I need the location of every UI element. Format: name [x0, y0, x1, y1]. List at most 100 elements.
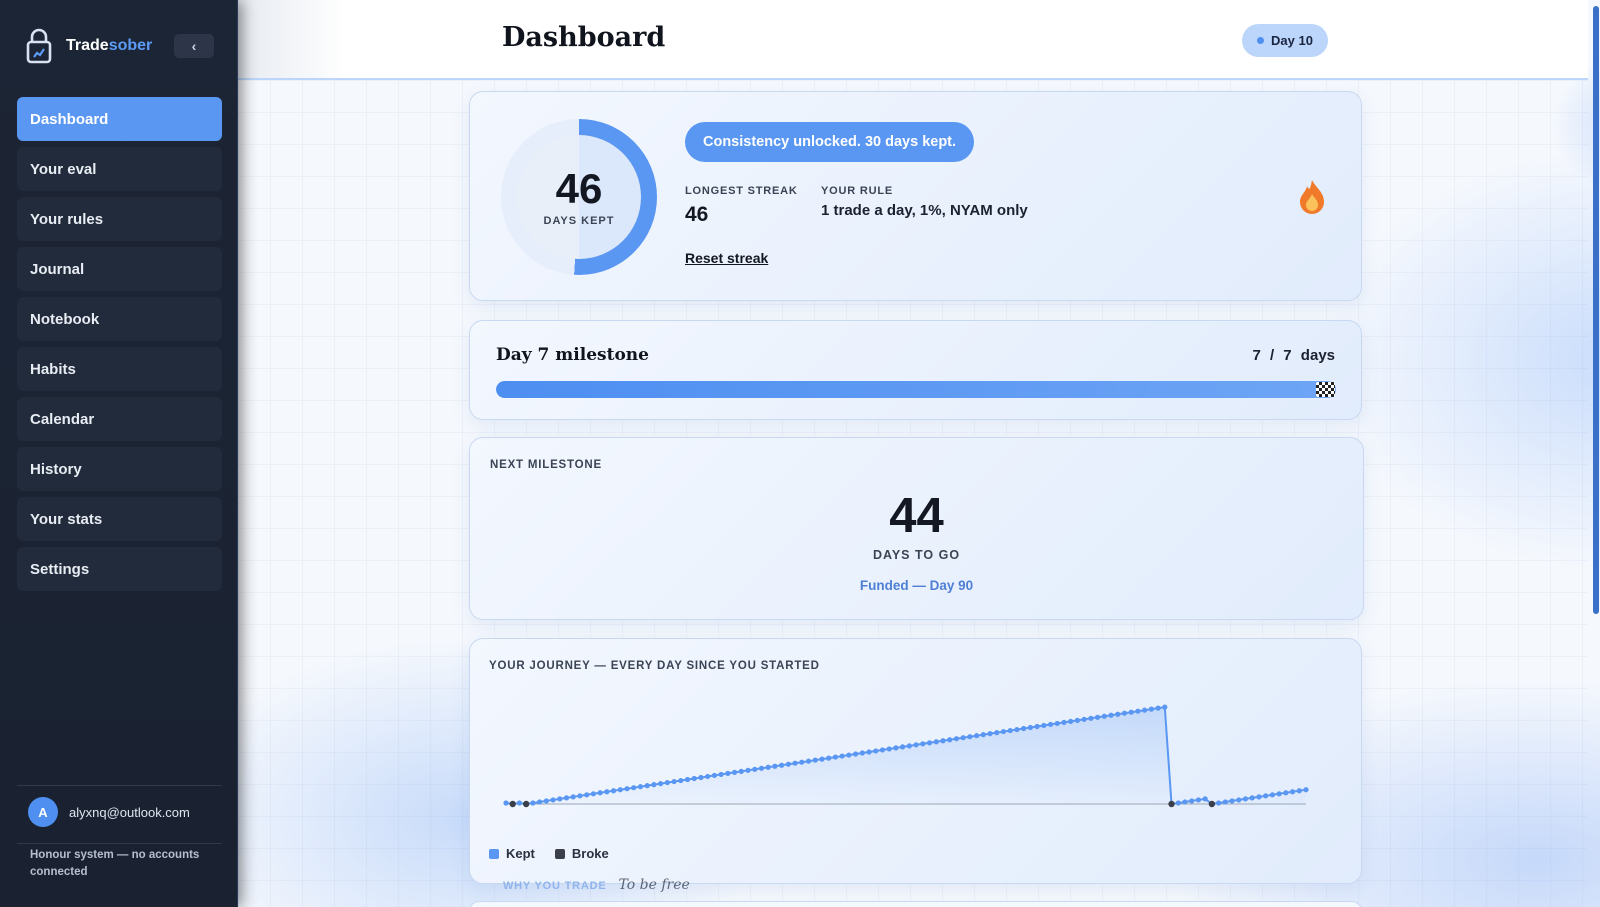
kept-point[interactable] [631, 785, 637, 791]
kept-point[interactable] [1068, 718, 1074, 724]
kept-point[interactable] [1081, 716, 1087, 722]
kept-point[interactable] [752, 766, 758, 772]
brand[interactable]: Tradesober [26, 26, 152, 66]
kept-point[interactable] [738, 768, 744, 774]
kept-point[interactable] [947, 737, 953, 743]
kept-point[interactable] [940, 738, 946, 744]
kept-point[interactable] [651, 782, 657, 788]
kept-point[interactable] [1216, 800, 1222, 806]
kept-point[interactable] [698, 774, 704, 781]
kept-point[interactable] [1236, 797, 1242, 803]
kept-point[interactable] [1034, 723, 1040, 730]
kept-point[interactable] [1135, 708, 1141, 714]
kept-point[interactable] [859, 750, 865, 756]
kept-point[interactable] [1054, 720, 1060, 727]
kept-point[interactable] [718, 771, 724, 778]
kept-point[interactable] [664, 779, 670, 786]
kept-point[interactable] [1128, 709, 1134, 715]
kept-point[interactable] [550, 797, 556, 803]
kept-point[interactable] [805, 758, 812, 764]
kept-point[interactable] [926, 740, 933, 746]
kept-point[interactable] [705, 773, 711, 780]
kept-point[interactable] [745, 767, 751, 773]
kept-point[interactable] [590, 791, 596, 797]
kept-point[interactable] [1222, 799, 1228, 805]
kept-point[interactable] [1027, 724, 1033, 731]
kept-point[interactable] [1108, 712, 1114, 718]
kept-point[interactable] [1074, 717, 1081, 723]
kept-point[interactable] [980, 732, 986, 738]
kept-point[interactable] [725, 770, 731, 776]
kept-point[interactable] [530, 800, 536, 806]
kept-point[interactable] [846, 752, 852, 758]
kept-point[interactable] [1263, 793, 1269, 799]
kept-point[interactable] [1014, 726, 1020, 733]
kept-point[interactable] [731, 769, 738, 775]
kept-point[interactable] [960, 735, 966, 741]
kept-point[interactable] [516, 800, 523, 806]
kept-point[interactable] [691, 775, 697, 782]
sidebar-item-your-eval[interactable]: Your eval [17, 147, 222, 191]
kept-point[interactable] [1289, 789, 1296, 795]
kept-point[interactable] [1195, 797, 1202, 803]
kept-point[interactable] [1276, 791, 1282, 797]
kept-point[interactable] [1296, 788, 1302, 794]
broke-point[interactable] [522, 800, 530, 808]
kept-point[interactable] [1162, 704, 1168, 710]
sidebar-item-history[interactable]: History [17, 447, 222, 491]
kept-point[interactable] [1061, 719, 1067, 725]
kept-point[interactable] [671, 778, 677, 785]
kept-point[interactable] [644, 783, 650, 789]
kept-point[interactable] [678, 777, 684, 784]
kept-point[interactable] [1182, 799, 1188, 805]
kept-point[interactable] [684, 776, 691, 783]
kept-point[interactable] [1256, 794, 1262, 800]
kept-point[interactable] [1242, 796, 1249, 802]
kept-point[interactable] [1115, 711, 1121, 717]
kept-point[interactable] [563, 795, 570, 801]
sidebar-item-your-rules[interactable]: Your rules [17, 197, 222, 241]
collapse-sidebar-button[interactable]: ‹ [174, 34, 214, 58]
user-account[interactable]: A alyxnq@outlook.com [28, 797, 190, 827]
kept-point[interactable] [584, 792, 590, 798]
kept-point[interactable] [1021, 725, 1027, 732]
kept-point[interactable] [819, 756, 825, 762]
kept-point[interactable] [543, 798, 549, 804]
kept-point[interactable] [953, 736, 960, 742]
sidebar-item-your-stats[interactable]: Your stats [17, 497, 222, 541]
kept-point[interactable] [920, 741, 926, 747]
sidebar-item-settings[interactable]: Settings [17, 547, 222, 591]
kept-point[interactable] [1269, 792, 1275, 798]
kept-point[interactable] [1283, 790, 1289, 796]
kept-point[interactable] [1007, 727, 1013, 734]
kept-point[interactable] [994, 730, 1000, 736]
kept-point[interactable] [1101, 713, 1107, 719]
sidebar-item-dashboard[interactable]: Dashboard [17, 97, 222, 141]
kept-point[interactable] [779, 762, 785, 768]
kept-point[interactable] [832, 754, 839, 760]
kept-point[interactable] [906, 743, 912, 749]
kept-point[interactable] [711, 772, 718, 779]
kept-point[interactable] [1189, 798, 1195, 804]
kept-point[interactable] [1148, 706, 1154, 712]
kept-point[interactable] [503, 800, 509, 806]
kept-point[interactable] [792, 760, 798, 766]
kept-point[interactable] [604, 789, 610, 795]
kept-point[interactable] [866, 749, 872, 755]
kept-point[interactable] [1121, 710, 1128, 716]
kept-point[interactable] [765, 764, 771, 770]
kept-point[interactable] [839, 753, 845, 759]
kept-point[interactable] [1303, 787, 1309, 793]
kept-point[interactable] [852, 751, 859, 757]
kept-point[interactable] [1142, 707, 1148, 713]
kept-point[interactable] [658, 781, 664, 787]
kept-point[interactable] [1041, 722, 1047, 729]
kept-point[interactable] [1094, 714, 1101, 720]
scrollbar[interactable] [1593, 6, 1599, 614]
kept-point[interactable] [570, 794, 576, 800]
kept-point[interactable] [1000, 728, 1007, 735]
kept-point[interactable] [1249, 795, 1255, 801]
kept-point[interactable] [1229, 798, 1235, 804]
kept-point[interactable] [537, 799, 543, 805]
kept-point[interactable] [799, 759, 805, 765]
